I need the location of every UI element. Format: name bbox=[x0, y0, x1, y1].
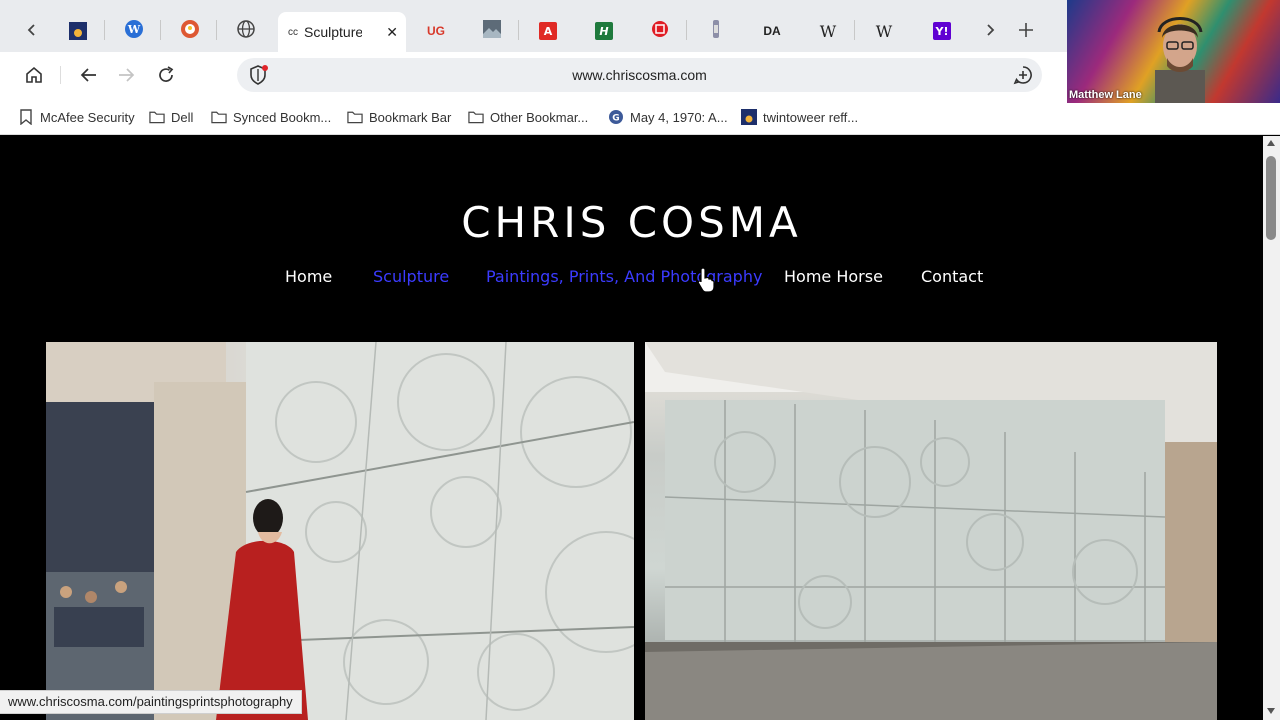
bookmark-label: Synced Bookm... bbox=[233, 109, 332, 125]
nav-home[interactable]: Home bbox=[285, 267, 332, 289]
wordpress-icon: W bbox=[124, 19, 144, 44]
new-tab-icon[interactable] bbox=[1008, 12, 1044, 48]
tab-divider bbox=[854, 20, 855, 40]
bookmark-label: Dell bbox=[171, 109, 194, 125]
bookmark-other[interactable]: Other Bookmar... bbox=[468, 107, 588, 127]
yahoo-icon: Y! bbox=[933, 22, 951, 40]
folder-icon bbox=[347, 109, 363, 125]
presenter-video bbox=[1155, 17, 1205, 103]
tab-ug[interactable]: UG bbox=[408, 15, 464, 47]
da-icon: DA bbox=[763, 24, 781, 38]
site-title[interactable]: CHRIS COSMA bbox=[0, 198, 1263, 247]
reload-icon[interactable] bbox=[151, 60, 181, 90]
folder-icon bbox=[211, 109, 227, 125]
home-icon[interactable] bbox=[19, 60, 49, 90]
tab-red-circle[interactable] bbox=[632, 15, 688, 47]
tab-title: Sculpture bbox=[304, 24, 362, 40]
tab-image[interactable] bbox=[464, 15, 520, 47]
folder-icon bbox=[468, 109, 484, 125]
svg-text:W: W bbox=[127, 23, 141, 36]
tab-divider bbox=[216, 20, 217, 40]
tab-duckduckgo[interactable] bbox=[162, 15, 218, 47]
duckduckgo-icon bbox=[180, 19, 200, 44]
tab-close-icon[interactable]: ✕ bbox=[386, 24, 398, 41]
nav-sculpture[interactable]: Sculpture bbox=[373, 267, 449, 289]
tab-wikipedia-1[interactable]: W bbox=[800, 15, 856, 47]
h-icon: H bbox=[595, 22, 613, 40]
bookmark-bookmark-bar[interactable]: Bookmark Bar bbox=[347, 107, 451, 127]
link-status-bar: www.chriscosma.com/paintingsprintsphotog… bbox=[0, 690, 302, 714]
tab-h[interactable]: H bbox=[576, 15, 632, 47]
bookmark-synced[interactable]: Synced Bookm... bbox=[211, 107, 331, 127]
nav-home-horse[interactable]: Home Horse bbox=[784, 267, 883, 289]
scroll-down-icon[interactable] bbox=[1267, 708, 1275, 714]
corridor-wall-image bbox=[645, 342, 1217, 720]
blue-sunset-icon bbox=[69, 22, 87, 40]
bookmark-twintoweer[interactable]: twintoweer reff... bbox=[741, 107, 858, 127]
forward-icon[interactable] bbox=[111, 60, 141, 90]
bookmark-dell[interactable]: Dell bbox=[149, 107, 193, 127]
scrollbar-thumb[interactable] bbox=[1266, 156, 1276, 240]
sculpture-photo-glass-wall-corridor[interactable] bbox=[645, 342, 1217, 720]
website-viewport: CHRIS COSMA Home Sculpture Paintings, Pr… bbox=[0, 136, 1263, 720]
tab-divider bbox=[104, 20, 105, 40]
glass-wall-image bbox=[46, 342, 634, 720]
tab-favicon-cc: cc bbox=[288, 26, 298, 38]
ai-chat-icon[interactable] bbox=[1012, 64, 1034, 86]
presenter-name: Matthew Lane bbox=[1069, 89, 1142, 101]
nav-contact[interactable]: Contact bbox=[921, 267, 983, 289]
page-scrollbar[interactable] bbox=[1263, 136, 1280, 720]
tab-scroll-right-icon[interactable] bbox=[972, 12, 1008, 48]
hand-pointer-icon bbox=[697, 267, 715, 293]
tab-scroll-left-icon[interactable] bbox=[14, 12, 50, 48]
bookmark-mcafee[interactable]: McAfee Security bbox=[18, 107, 135, 127]
tab-wikipedia-2[interactable]: W bbox=[856, 15, 912, 47]
wikipedia-icon: W bbox=[875, 21, 893, 41]
tab-divider bbox=[686, 20, 687, 40]
folder-icon bbox=[149, 109, 165, 125]
ug-icon: UG bbox=[427, 24, 445, 38]
tab-bottle[interactable] bbox=[688, 15, 744, 47]
bookmark-label: Other Bookmar... bbox=[490, 109, 589, 125]
tab-wordpress[interactable]: W bbox=[106, 15, 162, 47]
tab-active-sculpture[interactable]: cc Sculpture ✕ bbox=[278, 12, 406, 52]
tab-da[interactable]: DA bbox=[744, 15, 800, 47]
back-icon[interactable] bbox=[74, 60, 104, 90]
bookmark-label: twintoweer reff... bbox=[763, 109, 859, 125]
tab-a[interactable]: A bbox=[520, 15, 576, 47]
sculpture-photo-glass-wall-with-visitor[interactable] bbox=[46, 342, 634, 720]
globe-icon bbox=[236, 19, 256, 44]
wikipedia-icon: W bbox=[819, 21, 837, 41]
browser-toolbar: www.chriscosma.com bbox=[0, 52, 1067, 98]
red-circle-icon bbox=[651, 20, 669, 43]
scroll-up-icon[interactable] bbox=[1267, 140, 1275, 146]
bookmark-label: Bookmark Bar bbox=[369, 109, 452, 125]
tab-yahoo[interactable]: Y! bbox=[914, 15, 970, 47]
tab-blue-sunset[interactable] bbox=[50, 15, 106, 47]
webcam-overlay: Matthew Lane bbox=[1067, 0, 1280, 103]
bookmark-icon bbox=[18, 109, 34, 125]
svg-text:G: G bbox=[612, 114, 619, 124]
bookmark-label: May 4, 1970: A... bbox=[630, 109, 728, 125]
address-bar[interactable]: www.chriscosma.com bbox=[237, 58, 1042, 92]
history-icon: G bbox=[608, 109, 624, 125]
tab-divider bbox=[160, 20, 161, 40]
tab-globe[interactable] bbox=[218, 15, 274, 47]
bookmarks-bar: McAfee Security Dell Synced Bookm... Boo… bbox=[0, 98, 1280, 135]
bottle-icon bbox=[709, 19, 723, 44]
url-text: www.chriscosma.com bbox=[572, 67, 707, 83]
bookmark-label: McAfee Security bbox=[40, 109, 135, 125]
tab-strip: W cc Sculpture ✕ UG A H DA W W Y! bbox=[0, 0, 1067, 52]
nav-paintings-prints-photography[interactable]: Paintings, Prints, And Photography bbox=[486, 267, 762, 289]
a-icon: A bbox=[539, 22, 557, 40]
bookmark-may-4-1970[interactable]: G May 4, 1970: A... bbox=[608, 107, 728, 127]
toolbar-divider bbox=[60, 66, 61, 84]
tab-divider bbox=[518, 20, 519, 40]
blue-sunset-icon bbox=[741, 109, 757, 125]
image-icon bbox=[483, 19, 501, 43]
